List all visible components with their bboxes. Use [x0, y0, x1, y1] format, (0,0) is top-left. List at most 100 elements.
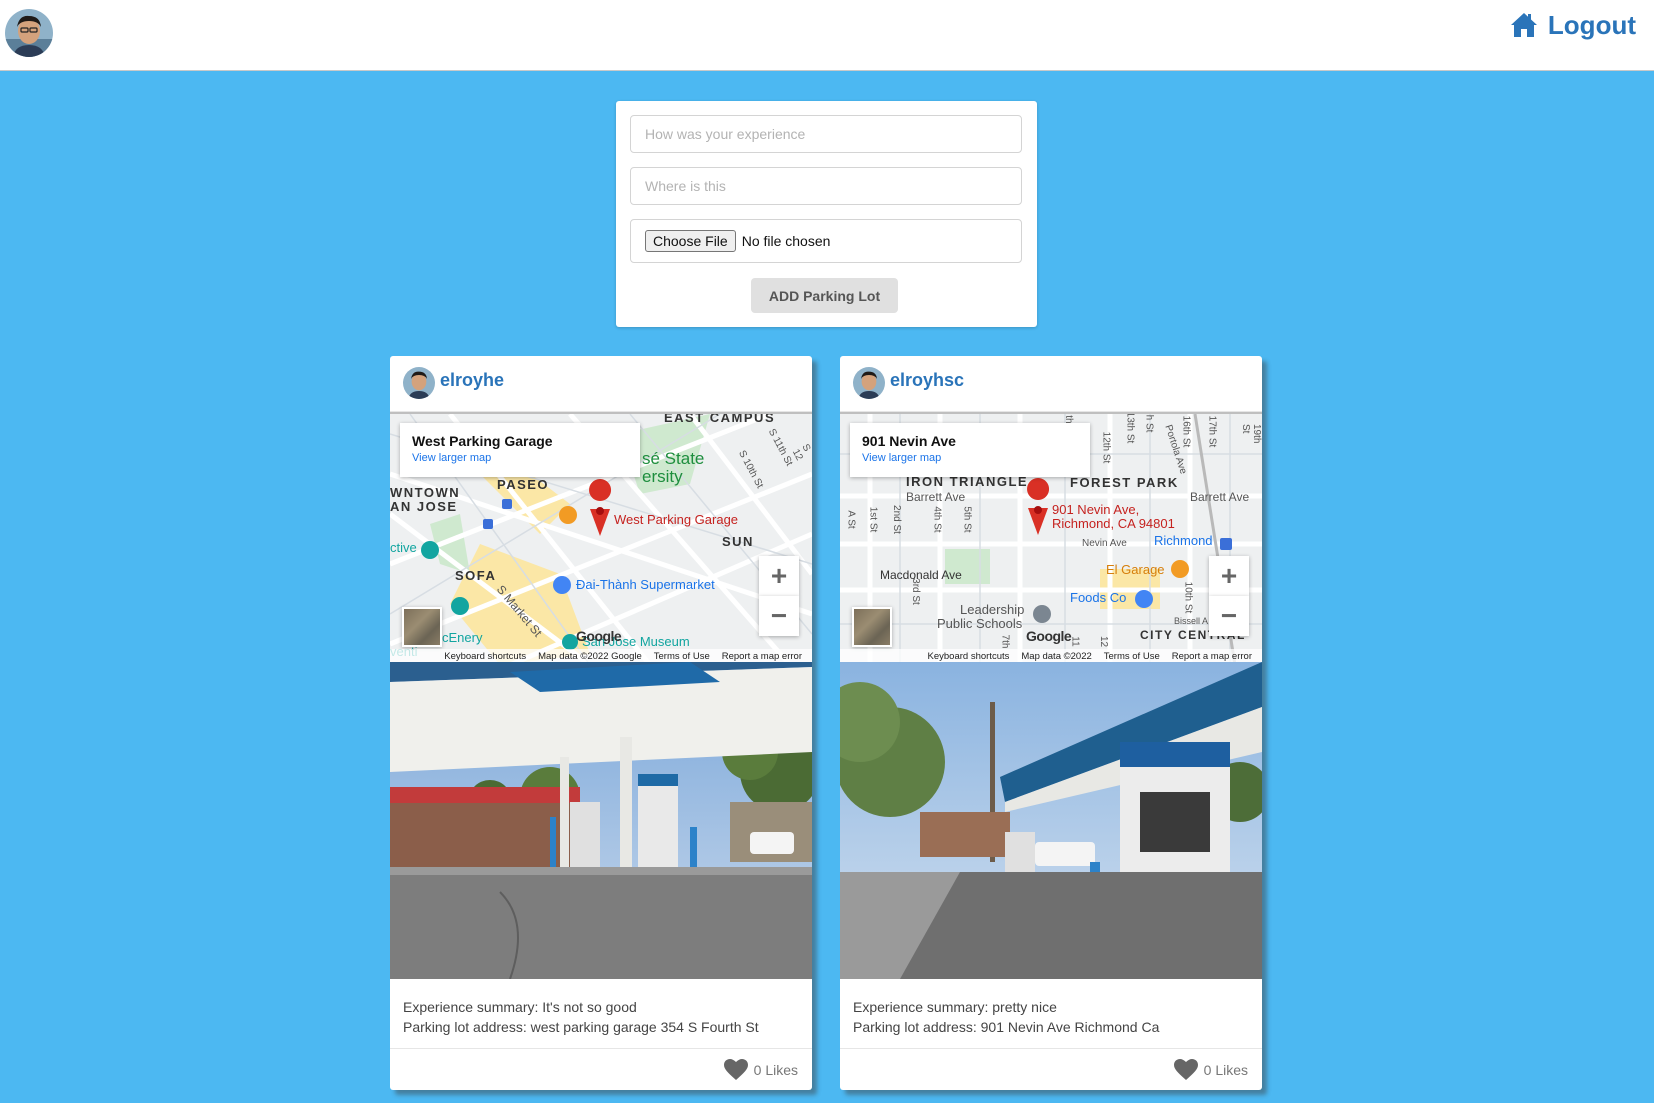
add-parking-form: Choose File No file chosen ADD Parking L…	[616, 101, 1037, 327]
map-label: cEnery	[442, 630, 483, 645]
map-label: A St	[845, 510, 857, 529]
map-label: 7th	[999, 634, 1011, 649]
post-header: elroyhsc	[840, 356, 1262, 412]
file-status: No file chosen	[741, 233, 831, 249]
logout-label: Logout	[1547, 9, 1636, 40]
post-username[interactable]: elroyhsc	[890, 370, 964, 391]
map-label: PASEO	[497, 477, 550, 492]
map-label: Bissell A	[1174, 616, 1209, 626]
zoom-out-button[interactable]: −	[1209, 596, 1249, 636]
heart-icon[interactable]	[1173, 1058, 1198, 1081]
map-label: 17th St	[1206, 415, 1218, 448]
map-label: Leadership	[960, 602, 1025, 617]
map-label: Macdonald Ave	[880, 568, 962, 582]
parking-address: Parking lot address: west parking garage…	[403, 1019, 759, 1035]
post-footer: 0 Likes	[840, 1049, 1262, 1090]
map-label: ctive	[390, 540, 417, 555]
map-label: Richmond	[1154, 533, 1213, 548]
google-logo: Google	[576, 628, 622, 644]
user-avatar[interactable]	[5, 9, 53, 57]
map-embed[interactable]: EAST CAMPUS sé State ersity S 11th St S …	[390, 412, 812, 663]
map-label: sé State	[642, 449, 705, 468]
report-error-link[interactable]: Report a map error	[722, 651, 802, 662]
satellite-toggle[interactable]	[852, 607, 892, 647]
map-label: 4th St	[931, 506, 943, 533]
map-label: Foods Co	[1070, 590, 1127, 605]
plus-icon: +	[770, 560, 788, 591]
map-label: Public Schools	[937, 616, 1023, 631]
map-pin-label: 901 Nevin Ave,	[1052, 502, 1140, 517]
keyboard-shortcuts-link[interactable]: Keyboard shortcuts	[928, 651, 1010, 662]
home-icon	[1510, 13, 1537, 37]
map-label: 1st St	[867, 506, 879, 533]
avatar[interactable]	[403, 367, 435, 399]
map-footer: Keyboard shortcuts Map data ©2022 Google…	[390, 649, 812, 663]
likes-count: 0 Likes	[753, 1061, 798, 1078]
post-footer: 0 Likes	[390, 1049, 812, 1090]
map-label: 3rd St	[909, 578, 921, 605]
avatar[interactable]	[853, 367, 885, 399]
choose-file-button[interactable]: Choose File	[645, 230, 736, 252]
experience-input[interactable]	[630, 115, 1022, 153]
zoom-out-button[interactable]: −	[759, 596, 799, 636]
likes-count: 0 Likes	[1203, 1061, 1248, 1078]
minus-icon: −	[1220, 600, 1238, 631]
map-embed[interactable]: IRON TRIANGLE FOREST PARK Barrett Ave Ba…	[840, 412, 1262, 663]
map-label: AN JOSE	[390, 499, 458, 514]
map-label: SUN	[722, 534, 754, 549]
map-label: 12th St	[1100, 431, 1112, 464]
map-label: 11	[1069, 636, 1081, 647]
map-pin-label: West Parking Garage	[614, 512, 739, 527]
parking-lot-photo	[840, 662, 1262, 979]
experience-summary: Experience summary: It's not so good	[403, 999, 637, 1015]
map-label: FOREST PARK	[1070, 475, 1179, 490]
map-label: EAST CAMPUS	[664, 412, 776, 425]
map-label: 19th St	[1240, 424, 1262, 444]
map-label: h St	[1143, 414, 1155, 433]
location-input[interactable]	[630, 167, 1022, 205]
map-info-card: West Parking Garage View larger map	[400, 423, 640, 477]
report-error-link[interactable]: Report a map error	[1172, 651, 1252, 662]
map-place-title: West Parking Garage	[412, 433, 553, 449]
map-pin-label: Richmond, CA 94801	[1052, 516, 1175, 531]
post-card: elroyhsc IRON TRIANGLE FOREST PARK Barre…	[840, 356, 1262, 1090]
map-data-text: Map data ©2022 Google	[538, 650, 642, 662]
logout-button[interactable]: Logout	[1510, 8, 1636, 42]
post-username[interactable]: elroyhe	[440, 370, 504, 391]
map-label: El Garage	[1106, 562, 1165, 577]
keyboard-shortcuts-link[interactable]: Keyboard shortcuts	[444, 651, 526, 662]
map-label: 12	[1098, 635, 1110, 648]
plus-icon: +	[1220, 560, 1238, 591]
satellite-toggle[interactable]	[402, 607, 442, 647]
experience-summary: Experience summary: pretty nice	[853, 999, 1057, 1015]
zoom-in-button[interactable]: +	[759, 556, 799, 596]
view-larger-map-link[interactable]: View larger map	[862, 452, 1078, 464]
zoom-in-button[interactable]: +	[1209, 556, 1249, 596]
post-body: Experience summary: pretty nice Parking …	[840, 979, 1262, 1049]
map-label: 10th St	[1182, 581, 1194, 614]
add-parking-lot-button[interactable]: ADD Parking Lot	[751, 278, 898, 313]
terms-link[interactable]: Terms of Use	[654, 651, 710, 662]
post-card: elroyhe EAST CAMPUS sé State ersity S 11…	[390, 356, 812, 1090]
terms-link[interactable]: Terms of Use	[1104, 651, 1160, 662]
view-larger-map-link[interactable]: View larger map	[412, 452, 628, 464]
top-nav: Logout	[0, 0, 1654, 71]
map-info-card: 901 Nevin Ave View larger map	[850, 423, 1090, 477]
post-header: elroyhe	[390, 356, 812, 412]
parking-lot-photo	[390, 662, 812, 979]
map-label: WNTOWN	[390, 485, 461, 500]
file-input: Choose File No file chosen	[630, 219, 1022, 263]
parking-address: Parking lot address: 901 Nevin Ave Richm…	[853, 1019, 1160, 1035]
map-place-title: 901 Nevin Ave	[862, 433, 956, 449]
map-label: Barrett Ave	[1190, 490, 1250, 504]
map-label: 5th St	[961, 506, 973, 533]
post-body: Experience summary: It's not so good Par…	[390, 979, 812, 1049]
map-label: Đai-Thành Supermarket	[576, 577, 715, 592]
map-label: SOFA	[455, 568, 497, 583]
heart-icon[interactable]	[723, 1058, 748, 1081]
map-label: ersity	[642, 467, 683, 486]
google-logo: Google	[1026, 628, 1072, 644]
map-label: 2nd St	[890, 505, 902, 534]
map-data-text: Map data ©2022	[1021, 650, 1092, 662]
map-label: Nevin Ave	[1082, 538, 1127, 549]
